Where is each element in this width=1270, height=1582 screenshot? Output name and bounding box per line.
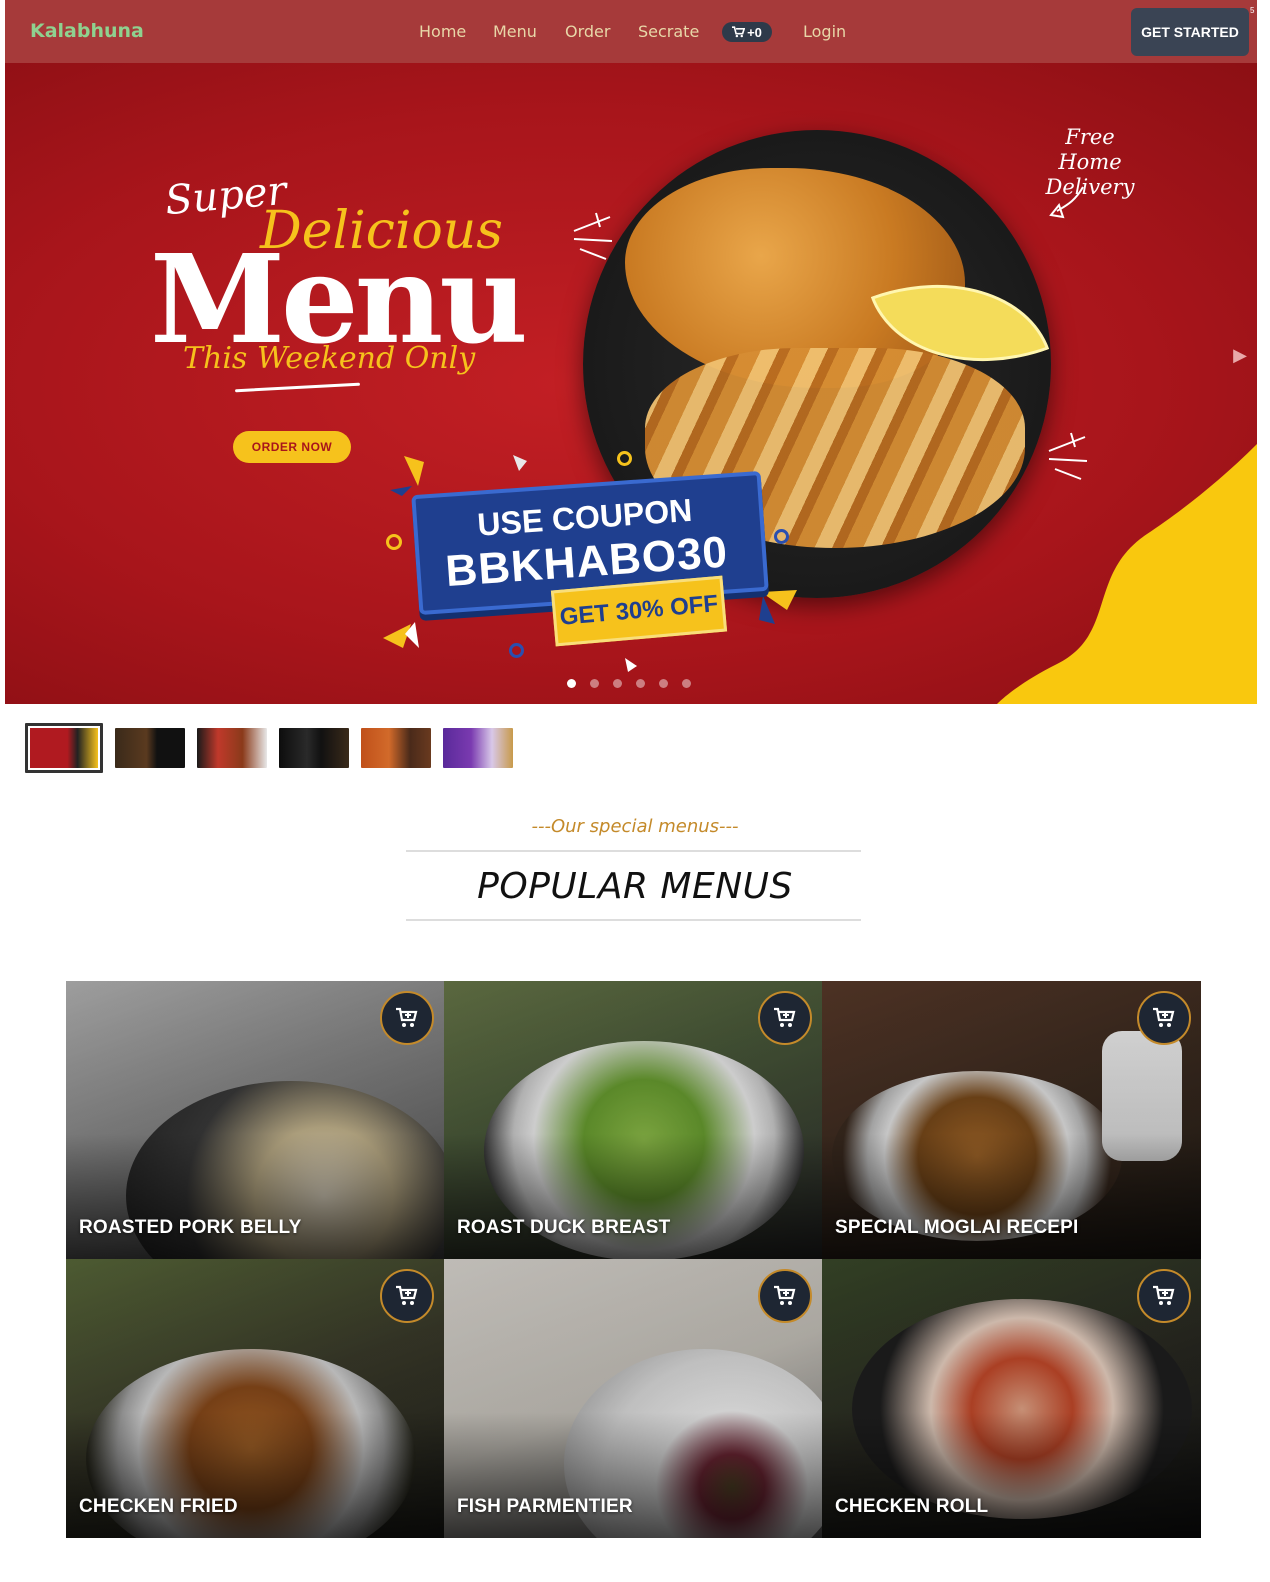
add-to-cart-icon <box>774 1007 796 1027</box>
add-to-cart-button[interactable] <box>758 991 812 1045</box>
menu-item-title: FISH PARMENTIER <box>457 1496 633 1517</box>
add-to-cart-icon <box>1153 1285 1175 1305</box>
decor-circle <box>617 451 632 466</box>
add-to-cart-button[interactable] <box>1137 991 1191 1045</box>
slider-dot[interactable] <box>590 679 599 688</box>
slider-dot[interactable] <box>613 679 622 688</box>
slider-next-icon[interactable]: ▶ <box>1233 345 1247 366</box>
decor-circle <box>774 529 789 544</box>
menu-card[interactable]: SPECIAL MOGLAI RECEPI <box>822 981 1201 1259</box>
add-to-cart-icon <box>774 1285 796 1305</box>
add-to-cart-button[interactable] <box>758 1269 812 1323</box>
decor-triangles <box>390 456 424 496</box>
menu-card[interactable]: CHECKEN FRIED <box>66 1259 444 1538</box>
hero-weekend-text: This Weekend Only <box>183 341 476 376</box>
decor-triangles <box>513 455 527 471</box>
menu-item-title: ROAST DUCK BREAST <box>457 1217 671 1238</box>
burst-lines-icon <box>573 212 613 260</box>
add-to-cart-icon <box>1153 1007 1175 1027</box>
menu-card[interactable]: CHECKEN ROLL <box>822 1259 1201 1538</box>
menu-card[interactable]: ROASTED PORK BELLY <box>66 981 444 1259</box>
divider <box>406 850 861 852</box>
cart-icon <box>732 26 746 38</box>
thumbnail-4[interactable] <box>279 728 349 768</box>
nav-secrate[interactable]: Secrate <box>638 22 699 41</box>
slider-thumbnails <box>25 723 513 773</box>
slider-dot[interactable] <box>682 679 691 688</box>
nav-home[interactable]: Home <box>419 22 466 41</box>
section-title: POPULAR MENUS <box>477 866 793 907</box>
add-to-cart-button[interactable] <box>1137 1269 1191 1323</box>
add-to-cart-icon <box>396 1285 418 1305</box>
burst-lines-icon <box>1048 432 1088 480</box>
decor-triangles <box>383 622 419 648</box>
nav-order[interactable]: Order <box>565 22 610 41</box>
thumbnail-5[interactable] <box>361 728 431 768</box>
yellow-wave-shape <box>997 444 1257 704</box>
decor-triangles <box>759 590 797 624</box>
menu-item-title: ROASTED PORK BELLY <box>79 1217 302 1238</box>
thumbnail-3[interactable] <box>197 728 267 768</box>
corner-mark: 5 <box>1250 6 1255 15</box>
nav-login[interactable]: Login <box>803 22 846 41</box>
get-started-button[interactable]: GET STARTED <box>1131 8 1249 56</box>
hero-underline <box>235 382 360 393</box>
order-now-button[interactable]: ORDER NOW <box>233 431 351 463</box>
section-subtitle: ---Our special menus--- <box>531 816 739 837</box>
add-to-cart-button[interactable] <box>380 991 434 1045</box>
menu-card[interactable]: ROAST DUCK BREAST <box>444 981 822 1259</box>
brand-logo[interactable]: Kalabhuna <box>30 20 144 42</box>
slider-dot[interactable] <box>659 679 668 688</box>
decor-circle <box>509 643 524 658</box>
add-to-cart-button[interactable] <box>380 1269 434 1323</box>
thumbnail-6[interactable] <box>443 728 513 768</box>
slider-dot[interactable] <box>636 679 645 688</box>
menu-item-title: CHECKEN ROLL <box>835 1496 989 1517</box>
curved-arrow-icon <box>1049 186 1084 219</box>
add-to-cart-icon <box>396 1007 418 1027</box>
cart-count: +0 <box>747 24 762 40</box>
cart-button[interactable]: +0 <box>722 22 772 42</box>
decor-triangles <box>625 658 637 672</box>
menu-card[interactable]: FISH PARMENTIER <box>444 1259 822 1538</box>
popular-menu-grid: ROASTED PORK BELLY ROAST DUCK BREAST SPE… <box>66 981 1201 1538</box>
menu-item-title: CHECKEN FRIED <box>79 1496 238 1517</box>
navbar: Kalabhuna Home Menu Order Secrate +0 Log… <box>5 0 1257 63</box>
slider-dots <box>567 679 691 688</box>
hero-slider[interactable]: Super Delicious Menu This Weekend Only O… <box>5 63 1257 704</box>
page: Kalabhuna Home Menu Order Secrate +0 Log… <box>0 0 1270 1582</box>
thumbnail-1[interactable] <box>25 723 103 773</box>
slider-dot[interactable] <box>567 679 576 688</box>
divider <box>406 919 861 921</box>
nav-menu[interactable]: Menu <box>493 22 537 41</box>
menu-item-title: SPECIAL MOGLAI RECEPI <box>835 1217 1079 1238</box>
thumbnail-2[interactable] <box>115 728 185 768</box>
decor-circle <box>386 534 402 550</box>
